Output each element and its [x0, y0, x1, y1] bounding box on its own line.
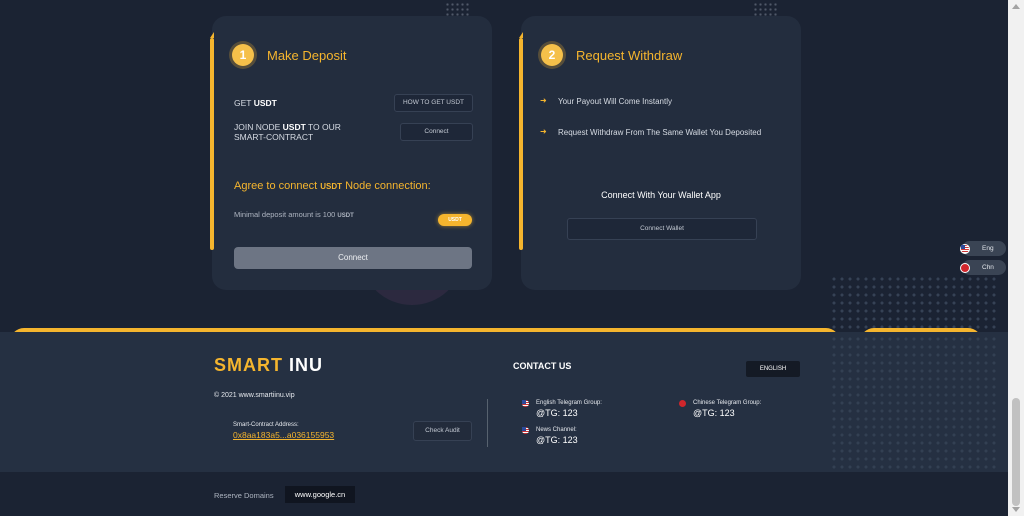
bottom-bar [0, 472, 1008, 516]
language-label: Chn [982, 264, 994, 271]
english-group-value: @TG: 123 [536, 408, 578, 418]
withdraw-card-accent [519, 32, 523, 250]
news-label: News Channel: [536, 427, 577, 433]
reserve-domain-link[interactable]: www.google.cn [285, 486, 355, 503]
chinese-group-label: Chinese Telegram Group: [693, 400, 762, 406]
contract-address-link[interactable]: 0x8aa183a5...a036155953 [233, 430, 334, 440]
cn-flag-icon [960, 263, 970, 273]
deposit-card: 1 Make Deposit GET USDT HOW TO GET USDT … [210, 16, 492, 290]
english-group-label: English Telegram Group: [536, 400, 602, 406]
minimal-deposit-text: Minimal deposit amount is 100 USDT [234, 210, 354, 219]
us-flag-icon [522, 427, 529, 434]
withdraw-step-number: 2 [541, 44, 563, 66]
scroll-up-icon[interactable] [1012, 4, 1020, 9]
arrow-right-icon: ➜ [540, 96, 547, 105]
language-english-button[interactable]: Eng [960, 241, 1006, 256]
smart-inu-logo: SMART INU [214, 355, 324, 375]
how-to-get-usdt-button[interactable]: HOW TO GET USDT [394, 94, 473, 112]
scroll-down-icon[interactable] [1012, 507, 1020, 512]
us-flag-icon [522, 400, 529, 407]
connect-button[interactable]: Connect [234, 247, 472, 269]
chinese-group-value: @TG: 123 [693, 408, 735, 418]
wallet-prompt: Connect With Your Wallet App [601, 190, 721, 200]
scrollbar-thumb[interactable] [1012, 398, 1020, 506]
withdraw-item: Your Payout Will Come Instantly [558, 97, 672, 106]
copyright-text: © 2021 www.smartiinu.vip [214, 392, 295, 399]
us-flag-icon [960, 244, 970, 254]
deposit-title: Make Deposit [267, 48, 347, 63]
join-node-label: JOIN NODE USDT TO OUR SMART-CONTRACT [234, 122, 341, 142]
connect-wallet-button[interactable]: Connect Wallet [567, 218, 757, 240]
deposit-step-number: 1 [232, 44, 254, 66]
withdraw-item: Request Withdraw From The Same Wallet Yo… [558, 128, 762, 137]
contract-label: Smart-Contract Address: [233, 422, 299, 428]
contact-us-title: CONTACT US [513, 361, 572, 371]
language-chinese-button[interactable]: Chn [960, 260, 1006, 275]
reserve-domains-label: Reserve Domains [214, 491, 274, 500]
agree-connect-heading: Agree to connect USDT Node connection: [234, 180, 431, 192]
get-usdt-label: GET USDT [234, 98, 277, 108]
news-value: @TG: 123 [536, 435, 578, 445]
usdt-token-pill[interactable]: USDT [438, 214, 472, 226]
footer-divider [487, 399, 488, 447]
english-button[interactable]: ENGLISH [746, 361, 800, 377]
arrow-right-icon: ➜ [540, 127, 547, 136]
withdraw-title: Request Withdraw [576, 48, 683, 63]
deposit-card-accent [210, 32, 214, 250]
withdraw-card: 2 Request Withdraw ➜ Your Payout Will Co… [519, 16, 801, 290]
connect-small-button[interactable]: Connect [400, 123, 473, 141]
check-audit-button[interactable]: Check Audit [413, 421, 472, 441]
cn-flag-icon [679, 400, 686, 407]
language-label: Eng [982, 245, 994, 252]
